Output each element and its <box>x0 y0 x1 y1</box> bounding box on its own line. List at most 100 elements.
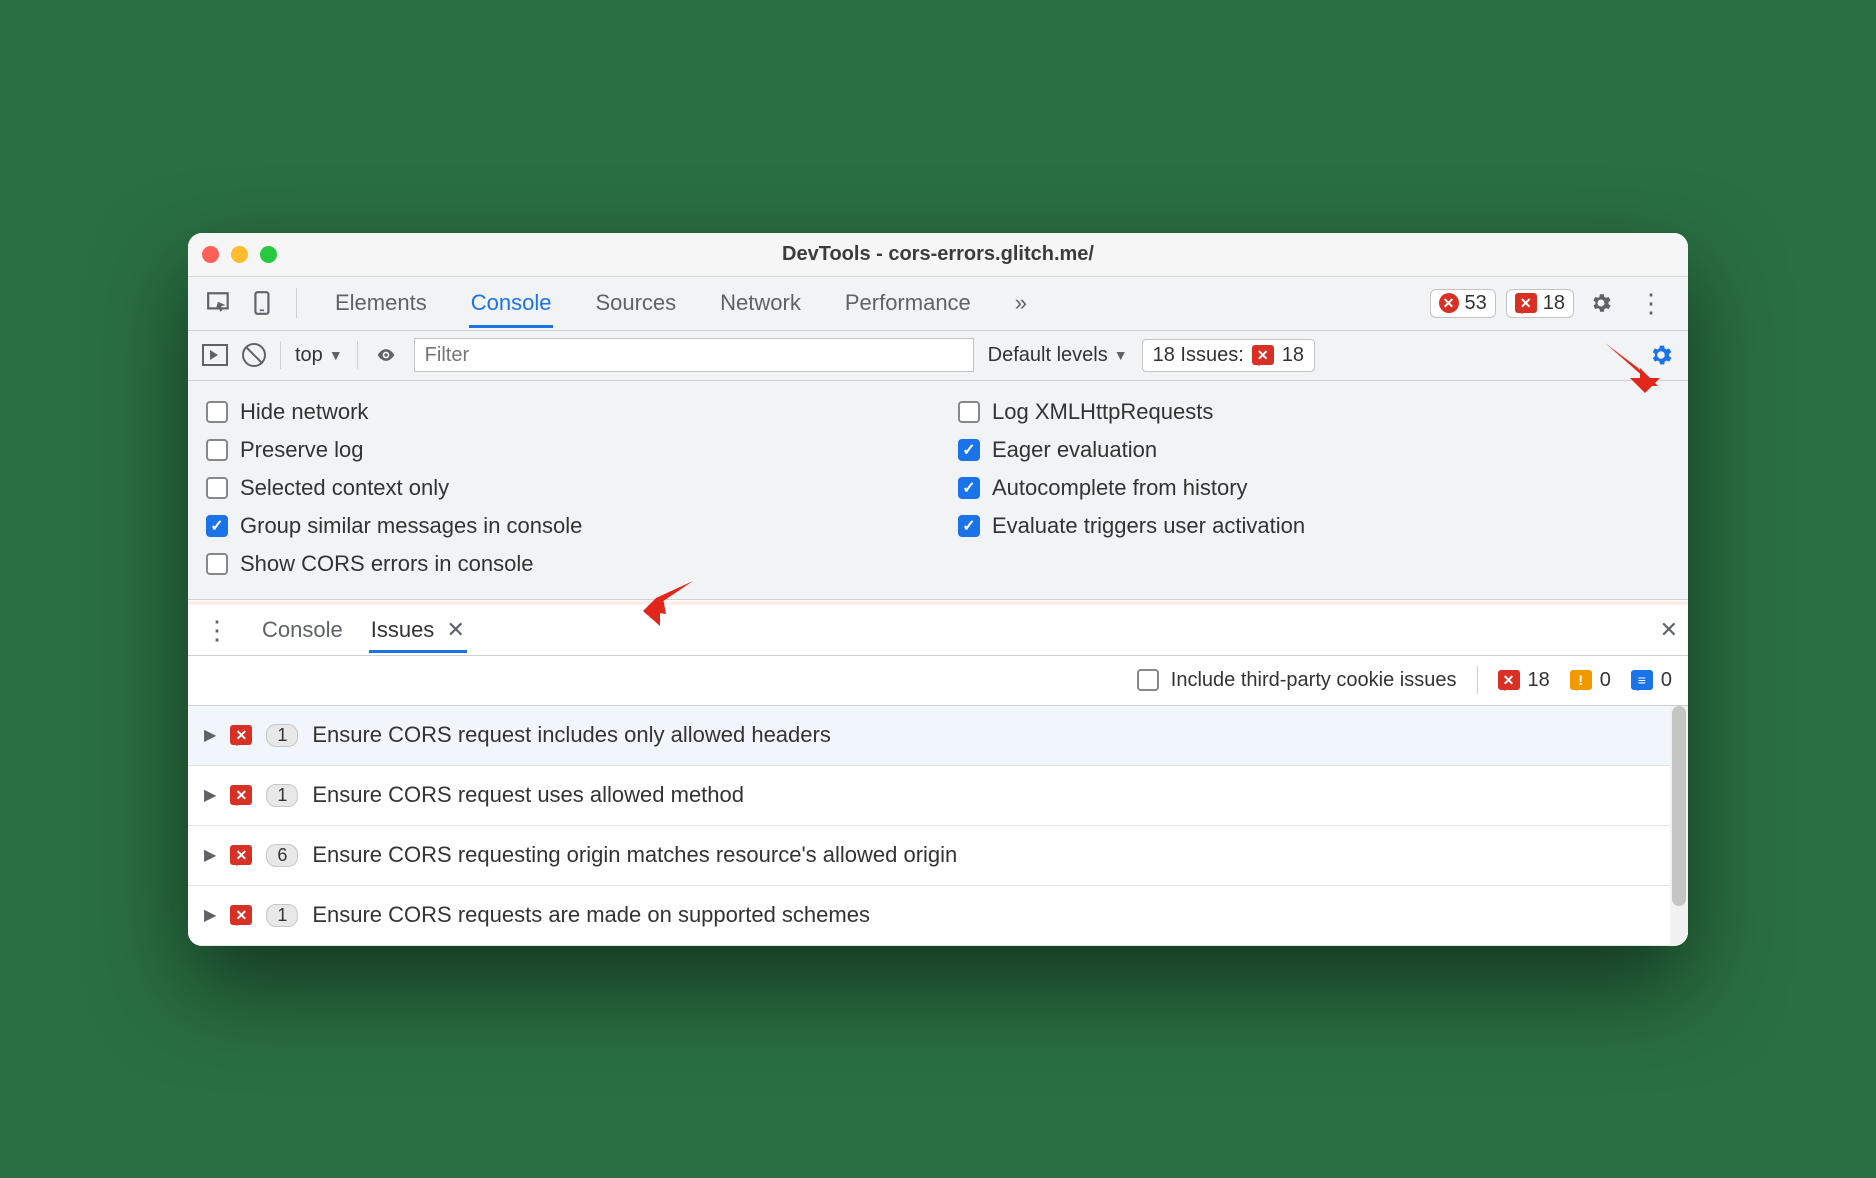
issue-count-badge: 1 <box>266 784 298 807</box>
setting-user-activation[interactable]: Evaluate triggers user activation <box>958 507 1670 545</box>
main-tabs: Elements Console Sources Network Perform… <box>333 278 1029 328</box>
window-title: DevTools - cors-errors.glitch.me/ <box>188 243 1688 266</box>
issue-row[interactable]: ▶ ✕ 1 Ensure CORS request includes only … <box>188 706 1688 766</box>
divider <box>280 341 281 369</box>
settings-gear-icon[interactable] <box>1584 286 1618 320</box>
checkbox-icon <box>206 477 228 499</box>
count-value: 0 <box>1600 669 1611 692</box>
issue-row[interactable]: ▶ ✕ 6 Ensure CORS requesting origin matc… <box>188 826 1688 886</box>
tab-console[interactable]: Console <box>469 278 554 328</box>
setting-label: Group similar messages in console <box>240 513 582 539</box>
setting-label: Autocomplete from history <box>992 475 1248 501</box>
drawer-tab-label: Issues <box>371 617 435 642</box>
issue-count-badge: 6 <box>266 844 298 867</box>
setting-label: Preserve log <box>240 437 364 463</box>
setting-label: Log XMLHttpRequests <box>992 399 1213 425</box>
issue-row[interactable]: ▶ ✕ 1 Ensure CORS request uses allowed m… <box>188 766 1688 826</box>
levels-label: Default levels <box>988 344 1108 367</box>
setting-autocomplete-history[interactable]: Autocomplete from history <box>958 469 1670 507</box>
include-third-party-checkbox[interactable]: Include third-party cookie issues <box>1137 663 1457 698</box>
issues-pill[interactable]: 18 Issues: ✕ 18 <box>1142 339 1315 372</box>
scroll-thumb[interactable] <box>1672 706 1686 906</box>
issue-count-badge[interactable]: ✕ 18 <box>1506 289 1574 318</box>
setting-preserve-log[interactable]: Preserve log <box>206 431 918 469</box>
setting-selected-context[interactable]: Selected context only <box>206 469 918 507</box>
scrollbar[interactable] <box>1670 706 1688 946</box>
count-value: 0 <box>1661 669 1672 692</box>
setting-hide-network[interactable]: Hide network <box>206 393 918 431</box>
issue-title: Ensure CORS request includes only allowe… <box>312 722 831 748</box>
tab-overflow[interactable]: » <box>1013 278 1029 328</box>
close-drawer-icon[interactable]: ✕ <box>1660 617 1678 643</box>
devtools-window: DevTools - cors-errors.glitch.me/ Elemen… <box>188 233 1688 946</box>
checkbox-icon <box>206 439 228 461</box>
setting-group-similar[interactable]: Group similar messages in console <box>206 507 918 545</box>
filter-input[interactable] <box>414 338 974 372</box>
setting-log-xhr[interactable]: Log XMLHttpRequests <box>958 393 1670 431</box>
execution-toggle-icon[interactable] <box>202 344 228 366</box>
divider <box>296 288 297 318</box>
tab-network[interactable]: Network <box>718 278 803 328</box>
tab-elements[interactable]: Elements <box>333 278 429 328</box>
console-toolbar: top ▼ Default levels ▼ 18 Issues: ✕ 18 <box>188 331 1688 381</box>
issues-pill-count: 18 <box>1282 344 1304 367</box>
drawer-tab-bar: ⋮ Console Issues ✕ ✕ <box>188 606 1688 656</box>
clear-console-icon[interactable] <box>242 343 266 367</box>
setting-label: Hide network <box>240 399 368 425</box>
tab-performance[interactable]: Performance <box>843 278 973 328</box>
inspect-element-icon[interactable] <box>202 286 236 320</box>
issue-title: Ensure CORS request uses allowed method <box>312 782 744 808</box>
caret-down-icon: ▼ <box>329 347 343 363</box>
live-expression-icon[interactable] <box>372 345 400 365</box>
log-levels-selector[interactable]: Default levels ▼ <box>988 344 1128 367</box>
device-toggle-icon[interactable] <box>246 286 280 320</box>
issues-list: ▶ ✕ 1 Ensure CORS request includes only … <box>188 706 1688 946</box>
issue-type-icon: ✕ <box>230 845 252 865</box>
expand-icon[interactable]: ▶ <box>204 905 216 925</box>
close-tab-icon[interactable]: ✕ <box>447 617 465 642</box>
context-label: top <box>295 344 323 367</box>
issue-type-icon: ✕ <box>230 785 252 805</box>
caret-down-icon: ▼ <box>1114 347 1128 363</box>
expand-icon[interactable]: ▶ <box>204 725 216 745</box>
setting-show-cors-errors[interactable]: Show CORS errors in console <box>206 545 918 583</box>
checkbox-icon <box>206 401 228 423</box>
expand-icon[interactable]: ▶ <box>204 785 216 805</box>
more-menu-icon[interactable]: ⋮ <box>1628 288 1674 319</box>
issue-count: 18 <box>1543 292 1565 315</box>
context-selector[interactable]: top ▼ <box>295 344 343 367</box>
setting-label: Evaluate triggers user activation <box>992 513 1305 539</box>
issue-icon: ✕ <box>1515 293 1537 313</box>
main-tab-bar: Elements Console Sources Network Perform… <box>188 277 1688 331</box>
divider <box>1477 666 1478 694</box>
error-icon: ✕ <box>1439 293 1459 313</box>
error-count-badge[interactable]: ✕ 53 <box>1430 289 1496 318</box>
setting-label: Eager evaluation <box>992 437 1157 463</box>
error-issue-icon: ✕ <box>1498 670 1520 690</box>
issue-type-icon: ✕ <box>230 725 252 745</box>
drawer-menu-icon[interactable]: ⋮ <box>198 615 236 646</box>
third-party-label: Include third-party cookie issues <box>1171 669 1457 692</box>
issue-icon: ✕ <box>1252 345 1274 365</box>
checkbox-icon <box>958 477 980 499</box>
setting-eager-eval[interactable]: Eager evaluation <box>958 431 1670 469</box>
drawer-tab-console[interactable]: Console <box>260 607 345 653</box>
info-issue-icon: ≡ <box>1631 670 1653 690</box>
issue-row[interactable]: ▶ ✕ 1 Ensure CORS requests are made on s… <box>188 886 1688 946</box>
setting-label: Show CORS errors in console <box>240 551 533 577</box>
tab-sources[interactable]: Sources <box>593 278 678 328</box>
checkbox-icon <box>958 401 980 423</box>
issues-warning-count[interactable]: ! 0 <box>1570 669 1611 692</box>
issues-error-count[interactable]: ✕ 18 <box>1498 669 1550 692</box>
issues-info-count[interactable]: ≡ 0 <box>1631 669 1672 692</box>
checkbox-icon <box>206 553 228 575</box>
expand-icon[interactable]: ▶ <box>204 845 216 865</box>
console-settings-gear-icon[interactable] <box>1648 342 1674 368</box>
drawer-tab-issues[interactable]: Issues ✕ <box>369 607 467 653</box>
count-value: 18 <box>1528 669 1550 692</box>
divider <box>357 341 358 369</box>
checkbox-icon <box>958 439 980 461</box>
issue-count-badge: 1 <box>266 904 298 927</box>
issue-count-badge: 1 <box>266 724 298 747</box>
console-settings-panel: Hide network Preserve log Selected conte… <box>188 381 1688 600</box>
